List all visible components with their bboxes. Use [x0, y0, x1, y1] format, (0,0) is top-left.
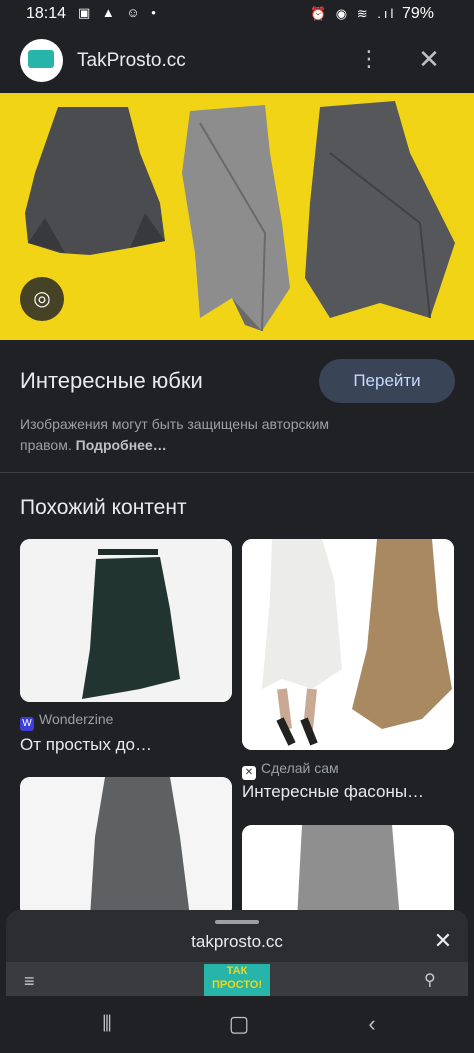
- similar-card-source: W Wonderzine: [20, 711, 113, 731]
- system-nav-bar: ⦀ ▢ ‹: [0, 996, 474, 1053]
- status-time: 18:14: [26, 5, 67, 22]
- similar-card-image[interactable]: [20, 777, 232, 917]
- back-icon[interactable]: ‹: [352, 1004, 392, 1044]
- lens-search-button[interactable]: ◎: [20, 277, 64, 321]
- battery-level: 79%: [402, 5, 435, 22]
- lens-icon: ◎: [33, 288, 51, 310]
- tweed-skirt-image: [242, 825, 454, 920]
- similar-card-image[interactable]: [20, 539, 232, 702]
- notification-icons: ▣ ▲ ☺ •: [78, 5, 160, 20]
- similar-card-image[interactable]: [242, 539, 454, 750]
- more-info-link[interactable]: Подробнее…: [76, 437, 167, 453]
- divider: [0, 472, 474, 473]
- copyright-notice: Изображения могут быть защищены авторски…: [20, 414, 380, 456]
- home-icon[interactable]: ▢: [219, 1004, 259, 1044]
- result-header: TakProsto.cc ⋮ ✕: [0, 30, 474, 92]
- drag-handle[interactable]: [215, 920, 259, 924]
- site-logo: [20, 39, 63, 82]
- preview-url: takprosto.cc: [191, 932, 283, 951]
- status-bar: 18:14 ▣ ▲ ☺ • ⏰ ◉ ≋ .ıl 79%: [0, 0, 474, 30]
- visit-button[interactable]: Перейти: [319, 359, 455, 403]
- wonderzine-icon: W: [20, 717, 34, 731]
- result-title: Интересные юбки: [20, 368, 203, 393]
- recent-apps-icon[interactable]: ⦀: [87, 1004, 127, 1044]
- hamburger-menu-icon: ≡: [24, 971, 35, 991]
- similar-card-image[interactable]: [242, 825, 454, 920]
- system-icons: ⏰ ◉ ≋ .ıl: [310, 6, 397, 21]
- similar-card-caption[interactable]: Интересные фасоны…: [242, 782, 424, 802]
- two-skirts-image: [242, 539, 454, 750]
- more-options-icon[interactable]: ⋮: [358, 44, 380, 74]
- site-preview[interactable]: ≡ ТАК ПРОСТО! ⚲: [6, 962, 468, 1000]
- site-preview-sheet[interactable]: takprosto.cc ✕ ≡ ТАК ПРОСТО! ⚲: [6, 910, 468, 1000]
- result-image[interactable]: ◎: [0, 93, 474, 340]
- chat-bubble-icon: [28, 50, 54, 68]
- similar-card-caption[interactable]: От простых до…: [20, 735, 152, 755]
- grey-skirt-image: [20, 777, 232, 917]
- copyright-text: Изображения могут быть защищены авторски…: [20, 416, 330, 453]
- search-icon: ⚲: [424, 972, 436, 989]
- similar-card-source: ✕ Сделай сам: [242, 760, 339, 780]
- tool-icon: ✕: [242, 766, 256, 780]
- green-skirt-image: [20, 539, 232, 702]
- preview-logo: ТАК ПРОСТО!: [204, 964, 270, 1000]
- close-icon[interactable]: ✕: [414, 44, 444, 74]
- skirts-image: [0, 93, 474, 340]
- close-preview-icon[interactable]: ✕: [430, 928, 456, 954]
- similar-content-title: Похожий контент: [20, 496, 187, 519]
- site-title[interactable]: TakProsto.cc: [77, 50, 186, 72]
